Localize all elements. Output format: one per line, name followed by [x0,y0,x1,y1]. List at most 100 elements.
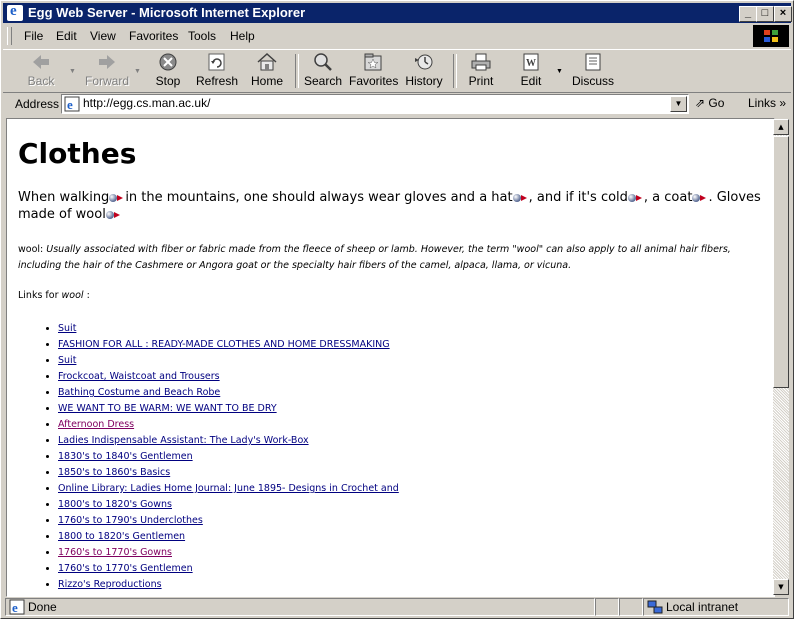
status-panel: e Done [5,598,595,616]
address-bar: Address e ▼ ⇗ Go Links » [3,92,791,116]
refresh-button[interactable]: Refresh [195,52,239,90]
definition-text: Usually associated with fiber or fabric … [18,244,731,271]
list-item: Suit [58,353,399,369]
result-link[interactable]: Bathing Costume and Beach Robe [58,387,220,398]
ie-logo-icon [7,3,23,21]
svg-text:e: e [67,97,73,112]
list-item: 1760's to 1770's Gowns [58,545,399,561]
result-link[interactable]: Suit [58,355,76,366]
zone-panel: Local intranet [643,598,789,616]
status-text: Done [28,600,57,614]
discuss-icon [585,53,601,71]
favorites-icon [364,53,382,71]
result-link[interactable]: FASHION FOR ALL : READY-MADE CLOTHES AND… [58,339,390,350]
status-bar: e Done Local intranet [3,597,791,617]
list-item: Suit [58,321,399,337]
list-item: WE WANT TO BE WARM: WE WANT TO BE DRY [58,401,399,417]
title-bar[interactable]: Egg Web Server - Microsoft Internet Expl… [3,3,792,23]
menu-file[interactable]: File [24,29,43,43]
result-link[interactable]: 1760's to 1790's Underclothes [58,515,203,526]
annotation-marker-icon[interactable] [627,193,644,203]
edit-button[interactable]: W Edit [513,52,549,90]
result-link[interactable]: WE WANT TO BE WARM: WE WANT TO BE DRY [58,403,277,414]
stop-button[interactable]: Stop [148,52,188,90]
minimize-button[interactable]: _ [739,6,757,22]
links-heading: Links for wool : [18,290,90,301]
scroll-down-button[interactable]: ▼ [773,579,789,595]
go-button[interactable]: ⇗ Go [695,96,724,110]
result-link[interactable]: Ladies Indispensable Assistant: The Lady… [58,435,309,446]
chevron-right-icon: » [779,96,787,110]
home-button[interactable]: Home [249,52,285,90]
list-item: FASHION FOR ALL : READY-MADE CLOTHES AND… [58,337,399,353]
vertical-scrollbar[interactable]: ▲ ▼ [773,119,789,595]
menu-grip [7,27,12,45]
menu-edit[interactable]: Edit [56,29,77,43]
links-button[interactable]: Links » [748,96,786,110]
svg-text:e: e [12,600,18,615]
page-title: Clothes [18,137,137,170]
result-link[interactable]: 1800 to 1820's Gentlemen [58,531,185,542]
svg-text:W: W [526,58,536,69]
links-list: Suit FASHION FOR ALL : READY-MADE CLOTHES… [18,321,399,593]
page-content: Clothes When walking in the mountains, on… [6,118,775,597]
forward-button[interactable]: Forward [83,52,131,90]
definition-term: wool: [18,244,44,255]
edit-icon: W [523,53,539,71]
annotation-marker-icon[interactable] [692,193,708,203]
list-item: 1760's to 1790's Underclothes [58,513,399,529]
menu-help[interactable]: Help [230,29,255,43]
list-item: Ladies Indispensable Assistant: The Lady… [58,433,399,449]
window-title: Egg Web Server - Microsoft Internet Expl… [28,5,306,20]
toolbar-separator [295,54,299,88]
result-link[interactable]: Suit [58,323,76,334]
standard-toolbar: Back ▼ Forward ▼ Stop Refresh Home Searc… [3,49,791,93]
result-link[interactable]: Rizzo's Reproductions [58,579,162,590]
result-link[interactable]: 1760's to 1770's Gowns [58,547,172,558]
page-icon: e [64,96,80,112]
zone-text: Local intranet [666,600,739,614]
address-dropdown-button[interactable]: ▼ [670,96,687,112]
scroll-thumb[interactable] [773,136,789,388]
forward-arrow-icon [99,55,115,69]
page-done-icon: e [9,599,25,615]
history-button[interactable]: History [404,52,444,90]
maximize-button[interactable]: □ [756,6,774,22]
address-field[interactable]: e ▼ [61,94,689,114]
back-button[interactable]: Back [19,52,63,90]
status-panel-empty [619,598,643,616]
list-item: Frockcoat, Waistcoat and Trousers [58,369,399,385]
menu-tools[interactable]: Tools [188,29,216,43]
result-link[interactable]: 1850's to 1860's Basics [58,467,170,478]
menu-view[interactable]: View [90,29,116,43]
annotation-marker-icon[interactable] [109,193,125,203]
close-button[interactable]: × [774,6,792,22]
back-dropdown-icon[interactable]: ▼ [69,68,76,75]
scroll-up-button[interactable]: ▲ [773,119,789,135]
search-button[interactable]: Search [303,52,343,90]
toolbar-separator [453,54,457,88]
print-button[interactable]: Print [461,52,501,90]
result-link[interactable]: Afternoon Dress [58,419,134,430]
print-icon [471,53,491,71]
back-arrow-icon [33,55,49,69]
list-item: Online Library: Ladies Home Journal: Jun… [58,481,399,497]
menu-favorites[interactable]: Favorites [129,29,178,43]
intro-paragraph: When walking in the mountains, one should… [18,190,761,222]
annotation-marker-icon[interactable] [105,210,122,220]
result-link[interactable]: Online Library: Ladies Home Journal: Jun… [58,483,399,494]
address-input[interactable] [83,95,663,111]
annotation-marker-icon[interactable] [512,193,529,203]
list-item: 1800's to 1820's Gowns [58,497,399,513]
wool-definition: wool: Usually associated with fiber or f… [18,242,770,274]
result-link[interactable]: 1760's to 1770's Gentlemen [58,563,193,574]
forward-dropdown-icon[interactable]: ▼ [134,68,141,75]
edit-dropdown-icon[interactable]: ▼ [556,68,563,75]
stop-icon [159,53,177,71]
favorites-button[interactable]: Favorites [349,52,398,90]
result-link[interactable]: 1800's to 1820's Gowns [58,499,172,510]
discuss-button[interactable]: Discuss [571,52,615,90]
history-icon [415,54,433,70]
result-link[interactable]: 1830's to 1840's Gentlemen [58,451,193,462]
result-link[interactable]: Frockcoat, Waistcoat and Trousers [58,371,220,382]
